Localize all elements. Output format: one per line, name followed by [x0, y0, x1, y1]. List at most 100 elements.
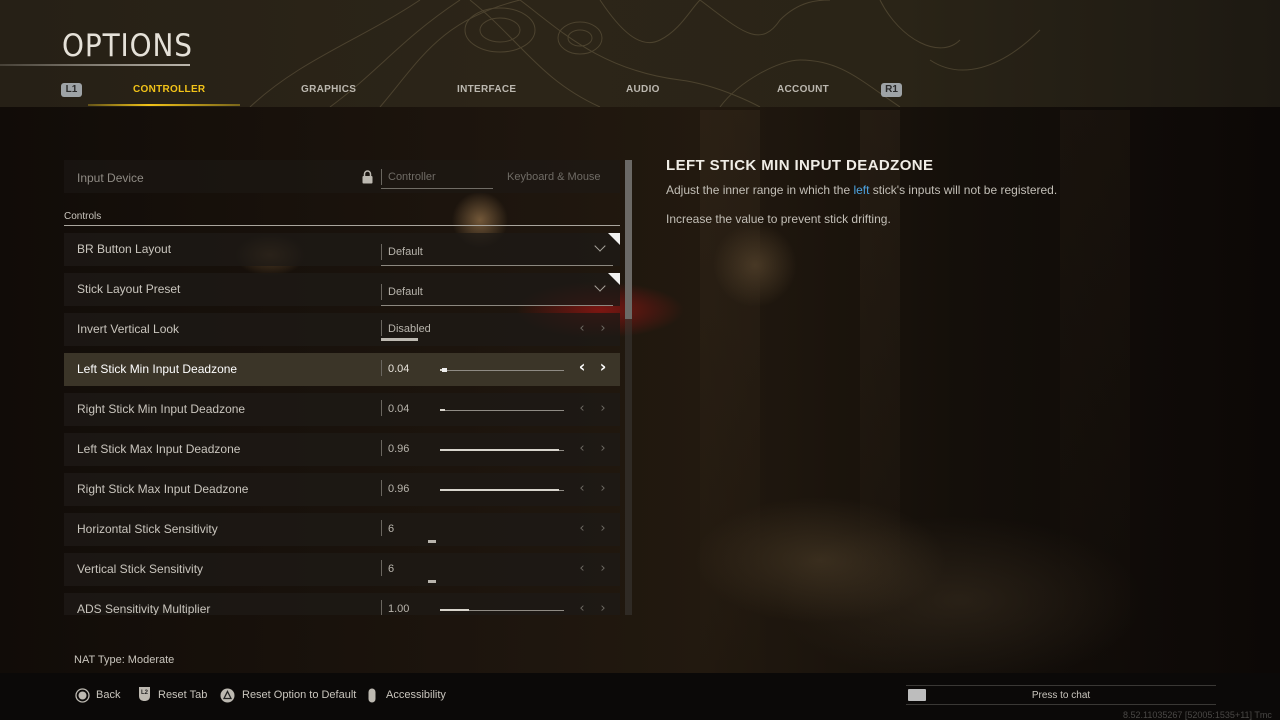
- selected-device-underline: [381, 188, 493, 189]
- chevron-right-icon[interactable]: ›: [597, 322, 609, 336]
- back-button[interactable]: Back: [96, 689, 120, 701]
- description-line-1: Adjust the inner range in which the left…: [666, 183, 1057, 197]
- reset-tab-button[interactable]: Reset Tab: [158, 689, 207, 701]
- setting-row-invert-vertical-look[interactable]: Invert Vertical Look Disabled ‹ ›: [64, 313, 620, 346]
- r1-bumper-icon[interactable]: R1: [881, 83, 902, 97]
- setting-label: Right Stick Max Input Deadzone: [77, 482, 249, 496]
- nat-type: NAT Type: Moderate: [74, 654, 175, 666]
- chevron-right-icon[interactable]: ›: [597, 402, 609, 416]
- setting-label: Right Stick Min Input Deadzone: [77, 402, 246, 416]
- sensitivity-indicator: [428, 580, 436, 583]
- l1-bumper-icon[interactable]: L1: [61, 83, 82, 97]
- setting-value: Disabled: [388, 323, 431, 335]
- chevron-right-icon[interactable]: ›: [597, 562, 609, 576]
- tab-controller[interactable]: CONTROLLER: [133, 84, 205, 95]
- device-option-keyboard-mouse[interactable]: Keyboard & Mouse: [507, 171, 601, 183]
- description-highlight: left: [853, 183, 870, 197]
- slider-track[interactable]: [440, 609, 564, 611]
- slider-fill: [440, 489, 560, 491]
- chevron-left-icon[interactable]: ‹: [576, 482, 588, 496]
- value-divider: [381, 480, 382, 496]
- slider-fill: [440, 449, 560, 451]
- build-version: 8.52.11035267 [52005:1535+11] Tmc: [1123, 710, 1272, 720]
- l2-trigger-icon: L2: [139, 687, 150, 701]
- sensitivity-indicator: [428, 540, 436, 543]
- setting-row-left-stick-max-input-deadzone[interactable]: Left Stick Max Input Deadzone 0.96 ‹ ›: [64, 433, 620, 466]
- svg-text:L2: L2: [141, 690, 149, 696]
- value-divider: [381, 400, 382, 416]
- slider-knob[interactable]: [441, 368, 447, 372]
- tab-audio[interactable]: AUDIO: [626, 84, 660, 95]
- background-pillar: [1060, 110, 1130, 660]
- triangle-button-icon: [220, 688, 235, 703]
- tab-graphics[interactable]: GRAPHICS: [301, 84, 356, 95]
- chevron-down-icon[interactable]: [594, 280, 606, 292]
- setting-value: 1.00: [388, 603, 410, 615]
- chevron-left-icon[interactable]: ‹: [576, 562, 588, 576]
- section-divider: [64, 225, 620, 226]
- chevron-left-icon[interactable]: ‹: [576, 402, 588, 416]
- chevron-down-icon[interactable]: [594, 240, 606, 252]
- accessibility-button[interactable]: Accessibility: [386, 689, 446, 701]
- setting-value: 6: [388, 523, 395, 535]
- setting-row-left-stick-min-input-deadzone[interactable]: Left Stick Min Input Deadzone 0.04 ‹ ›: [64, 353, 620, 386]
- device-option-controller[interactable]: Controller: [388, 171, 436, 183]
- chevron-right-icon[interactable]: ›: [597, 482, 609, 496]
- setting-value: 0.04: [388, 363, 410, 375]
- setting-row-horizontal-stick-sensitivity[interactable]: Horizontal Stick Sensitivity 6 ‹ ›: [64, 513, 620, 546]
- stick-button-icon: [368, 688, 376, 703]
- new-setting-flag-icon: [608, 273, 620, 285]
- setting-value: 0.96: [388, 443, 410, 455]
- chevron-left-icon[interactable]: ‹: [576, 442, 588, 456]
- value-divider: [381, 169, 382, 185]
- slider-track[interactable]: [440, 489, 564, 491]
- slider-fill: [440, 409, 445, 411]
- setting-row-right-stick-min-input-deadzone[interactable]: Right Stick Min Input Deadzone 0.04 ‹ ›: [64, 393, 620, 426]
- setting-label: BR Button Layout: [77, 242, 172, 256]
- scrollbar[interactable]: [625, 160, 632, 615]
- setting-value: 0.04: [388, 403, 410, 415]
- value-divider: [381, 560, 382, 576]
- active-tab-indicator: [88, 104, 240, 106]
- slider-track[interactable]: [440, 449, 564, 451]
- slider-track[interactable]: [440, 368, 564, 372]
- tab-account[interactable]: ACCOUNT: [777, 84, 829, 95]
- chevron-right-icon[interactable]: ›: [597, 442, 609, 456]
- setting-label: Stick Layout Preset: [77, 282, 181, 296]
- value-divider: [381, 440, 382, 456]
- chevron-left-icon[interactable]: ‹: [576, 322, 588, 336]
- setting-row-ads-sensitivity-multiplier[interactable]: ADS Sensitivity Multiplier 1.00 ‹ ›: [64, 593, 620, 615]
- description-text: stick's inputs will not be registered.: [869, 183, 1058, 197]
- setting-value: 0.96: [388, 483, 410, 495]
- description-title: LEFT STICK MIN INPUT DEADZONE: [666, 157, 934, 174]
- value-divider: [381, 284, 382, 300]
- chevron-left-icon[interactable]: ‹: [576, 359, 588, 375]
- setting-row-vertical-stick-sensitivity[interactable]: Vertical Stick Sensitivity 6 ‹ ›: [64, 553, 620, 586]
- chat-input[interactable]: Press to chat: [906, 685, 1216, 705]
- dropdown-underline: [381, 305, 613, 306]
- section-header-controls: Controls: [64, 211, 102, 222]
- value-divider: [381, 244, 382, 260]
- slider-track[interactable]: [440, 409, 564, 411]
- chevron-right-icon[interactable]: ›: [597, 359, 609, 375]
- reset-option-button[interactable]: Reset Option to Default: [242, 689, 356, 701]
- description-line-2: Increase the value to prevent stick drif…: [666, 212, 891, 226]
- setting-row-input-device[interactable]: Input Device Controller Keyboard & Mouse: [64, 160, 620, 193]
- chat-placeholder: Press to chat: [1031, 690, 1091, 701]
- chevron-left-icon[interactable]: ‹: [576, 602, 588, 616]
- value-divider: [381, 320, 382, 336]
- chevron-right-icon[interactable]: ›: [597, 522, 609, 536]
- setting-row-right-stick-max-input-deadzone[interactable]: Right Stick Max Input Deadzone 0.96 ‹ ›: [64, 473, 620, 506]
- chevron-left-icon[interactable]: ‹: [576, 522, 588, 536]
- chevron-right-icon[interactable]: ›: [597, 602, 609, 616]
- page-title: OPTIONS: [62, 28, 193, 64]
- setting-value: Default: [388, 286, 423, 298]
- setting-label: ADS Sensitivity Multiplier: [77, 602, 211, 615]
- toggle-indicator: [381, 338, 418, 341]
- setting-row-stick-layout-preset[interactable]: Stick Layout Preset Default: [64, 273, 620, 306]
- slider-fill: [440, 609, 469, 611]
- setting-label: Input Device: [77, 171, 144, 185]
- setting-row-br-button-layout[interactable]: BR Button Layout Default: [64, 233, 620, 266]
- scrollbar-thumb[interactable]: [625, 160, 632, 320]
- tab-interface[interactable]: INTERFACE: [457, 84, 516, 95]
